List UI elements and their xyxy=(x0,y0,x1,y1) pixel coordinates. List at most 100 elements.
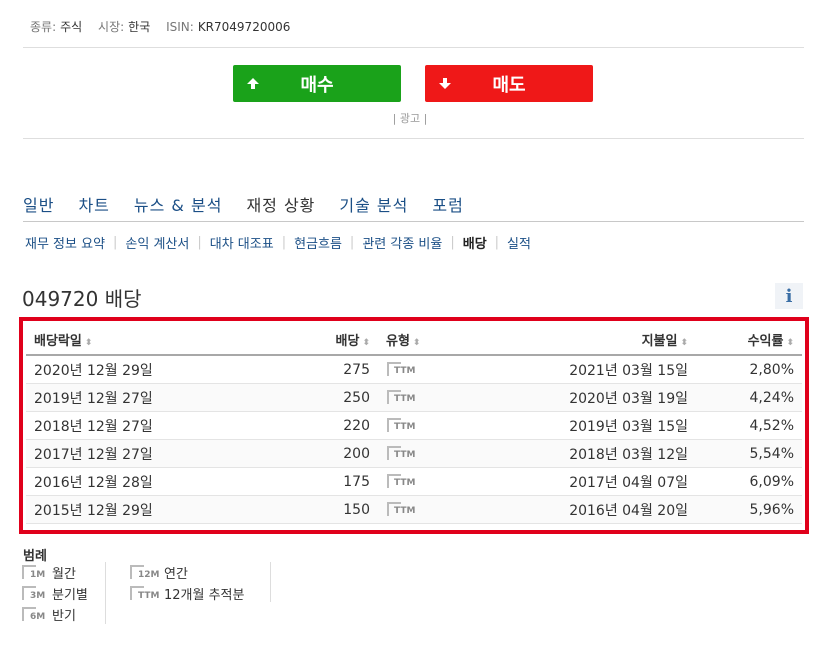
cell-dividend: 220 xyxy=(282,411,378,440)
period-3m-icon: 3M xyxy=(22,585,52,603)
table-row: 2019년 12월 27일 250 TTM 2020년 03월 19일 4,24% xyxy=(26,383,802,412)
cell-dividend: 275 xyxy=(282,355,378,384)
ttm-icon: TTM xyxy=(386,389,418,406)
cell-ex-date: 2016년 12월 28일 xyxy=(26,467,282,496)
cell-type: TTM xyxy=(378,411,484,440)
col-header-yield[interactable]: 수익률 ⬍ xyxy=(696,324,802,356)
period-6m-icon: 6M xyxy=(22,606,52,624)
tab-chart[interactable]: 차트 xyxy=(78,192,109,216)
subnav-dividends[interactable]: 배당 xyxy=(463,233,487,252)
dividend-table-highlight: 배당락일 ⬍ 배당 ⬍ 유형 ⬍ 지불일 ⬍ 수익률 ⬍ 2020년 12월 29일 275… xyxy=(19,317,809,534)
ttm-icon: TTM xyxy=(386,361,418,378)
legend-item: 12M 연간 xyxy=(130,562,244,583)
page-title: 049720 배당 xyxy=(22,287,142,311)
cell-yield: 4,24% xyxy=(696,383,802,412)
divider xyxy=(23,138,804,139)
type-value: 주식 xyxy=(60,20,83,34)
sort-icon: ⬍ xyxy=(412,337,421,348)
legend-item: 3M 분기별 xyxy=(22,583,88,604)
info-icon[interactable]: i xyxy=(775,283,803,309)
cell-type: TTM xyxy=(378,439,484,468)
cell-payment-date: 2018년 03월 12일 xyxy=(484,439,696,468)
period-ttm-icon: TTM xyxy=(130,585,164,603)
sort-icon: ⬍ xyxy=(786,337,794,348)
cell-payment-date: 2019년 03월 15일 xyxy=(484,411,696,440)
subnav-cash-flow[interactable]: 현금흐름 xyxy=(294,233,342,252)
tab-forum[interactable]: 포럼 xyxy=(432,192,463,216)
market-value: 한국 xyxy=(128,20,151,34)
dividend-table: 배당락일 ⬍ 배당 ⬍ 유형 ⬍ 지불일 ⬍ 수익률 ⬍ 2020년 12월 29일 275… xyxy=(26,324,802,524)
subnav-earnings[interactable]: 실적 xyxy=(507,233,531,252)
arrow-up-icon xyxy=(233,77,273,90)
legend-item: 6M 반기 xyxy=(22,604,88,625)
legend-divider xyxy=(105,562,106,624)
divider xyxy=(23,47,804,48)
sort-icon: ⬍ xyxy=(362,337,370,348)
sort-icon: ⬍ xyxy=(680,337,688,348)
cell-type: TTM xyxy=(378,467,484,496)
ttm-icon: TTM xyxy=(386,473,418,490)
cell-ex-date: 2017년 12월 27일 xyxy=(26,439,282,468)
legend-item: 1M 월간 xyxy=(22,562,88,583)
ad-label: | 광고 | xyxy=(392,112,428,125)
table-row: 2015년 12월 29일 150 TTM 2016년 04월 20일 5,96% xyxy=(26,495,802,524)
arrow-down-icon xyxy=(425,77,465,90)
cell-ex-date: 2019년 12월 27일 xyxy=(26,383,282,412)
main-tabs: 일반 차트 뉴스 & 분석 재정 상황 기술 분석 포럼 xyxy=(23,192,488,216)
tab-general[interactable]: 일반 xyxy=(23,192,54,216)
cell-yield: 2,80% xyxy=(696,355,802,384)
tab-news-analysis[interactable]: 뉴스 & 분석 xyxy=(134,192,223,216)
table-row: 2017년 12월 27일 200 TTM 2018년 03월 12일 5,54% xyxy=(26,439,802,468)
cell-dividend: 200 xyxy=(282,439,378,468)
isin-value: KR7049720006 xyxy=(197,20,291,34)
col-header-type[interactable]: 유형 ⬍ xyxy=(378,324,484,356)
legend-item: TTM 12개월 추적분 xyxy=(130,583,244,604)
table-row: 2018년 12월 27일 220 TTM 2019년 03월 15일 4,52% xyxy=(26,411,802,440)
subnav-ratios[interactable]: 관련 각종 비율 xyxy=(362,233,442,252)
col-header-ex-date[interactable]: 배당락일 ⬍ xyxy=(26,324,282,356)
legend-column-1: 1M 월간 3M 분기별 6M 반기 xyxy=(22,562,88,625)
buy-button-label: 매수 xyxy=(300,74,334,96)
subnav-income-statement[interactable]: 손익 계산서 xyxy=(125,233,189,252)
legend-divider xyxy=(270,562,271,602)
type-label: 종류: xyxy=(30,20,57,34)
cell-yield: 6,09% xyxy=(696,467,802,496)
subnav-financial-summary[interactable]: 재무 정보 요약 xyxy=(25,233,105,252)
cell-payment-date: 2017년 04월 07일 xyxy=(484,467,696,496)
cell-dividend: 150 xyxy=(282,495,378,524)
ttm-icon: TTM xyxy=(386,445,418,462)
table-row: 2020년 12월 29일 275 TTM 2021년 03월 15일 2,80% xyxy=(26,355,802,384)
ttm-icon: TTM xyxy=(386,501,418,518)
legend-column-2: 12M 연간 TTM 12개월 추적분 xyxy=(130,562,244,604)
period-12m-icon: 12M xyxy=(130,564,164,582)
sell-button[interactable]: 매도 xyxy=(425,65,593,102)
cell-payment-date: 2021년 03월 15일 xyxy=(484,355,696,384)
cell-payment-date: 2016년 04월 20일 xyxy=(484,495,696,524)
sell-button-label: 매도 xyxy=(492,74,526,96)
cell-type: TTM xyxy=(378,495,484,524)
tab-financials[interactable]: 재정 상황 xyxy=(246,192,315,216)
col-header-payment-date[interactable]: 지불일 ⬍ xyxy=(484,324,696,356)
instrument-meta: 종류: 주식 시장: 한국 ISIN: KR7049720006 xyxy=(30,18,302,35)
cell-type: TTM xyxy=(378,383,484,412)
period-1m-icon: 1M xyxy=(22,564,52,582)
cell-yield: 5,96% xyxy=(696,495,802,524)
tabs-divider xyxy=(23,221,804,222)
table-row: 2016년 12월 28일 175 TTM 2017년 04월 07일 6,09% xyxy=(26,467,802,496)
col-header-dividend[interactable]: 배당 ⬍ xyxy=(282,324,378,356)
cell-dividend: 250 xyxy=(282,383,378,412)
sub-navigation: 재무 정보 요약 | 손익 계산서 | 대차 대조표 | 현금흐름 | 관련 각종 비율… xyxy=(25,233,531,252)
cell-yield: 5,54% xyxy=(696,439,802,468)
tab-technical[interactable]: 기술 분석 xyxy=(339,192,408,216)
cell-ex-date: 2018년 12월 27일 xyxy=(26,411,282,440)
cell-type: TTM xyxy=(378,355,484,384)
sort-icon: ⬍ xyxy=(84,337,93,348)
market-label: 시장: xyxy=(98,20,125,34)
buy-button[interactable]: 매수 xyxy=(233,65,401,102)
cell-ex-date: 2015년 12월 29일 xyxy=(26,495,282,524)
cell-ex-date: 2020년 12월 29일 xyxy=(26,355,282,384)
ttm-icon: TTM xyxy=(386,417,418,434)
subnav-balance-sheet[interactable]: 대차 대조표 xyxy=(210,233,274,252)
cell-payment-date: 2020년 03월 19일 xyxy=(484,383,696,412)
cell-yield: 4,52% xyxy=(696,411,802,440)
